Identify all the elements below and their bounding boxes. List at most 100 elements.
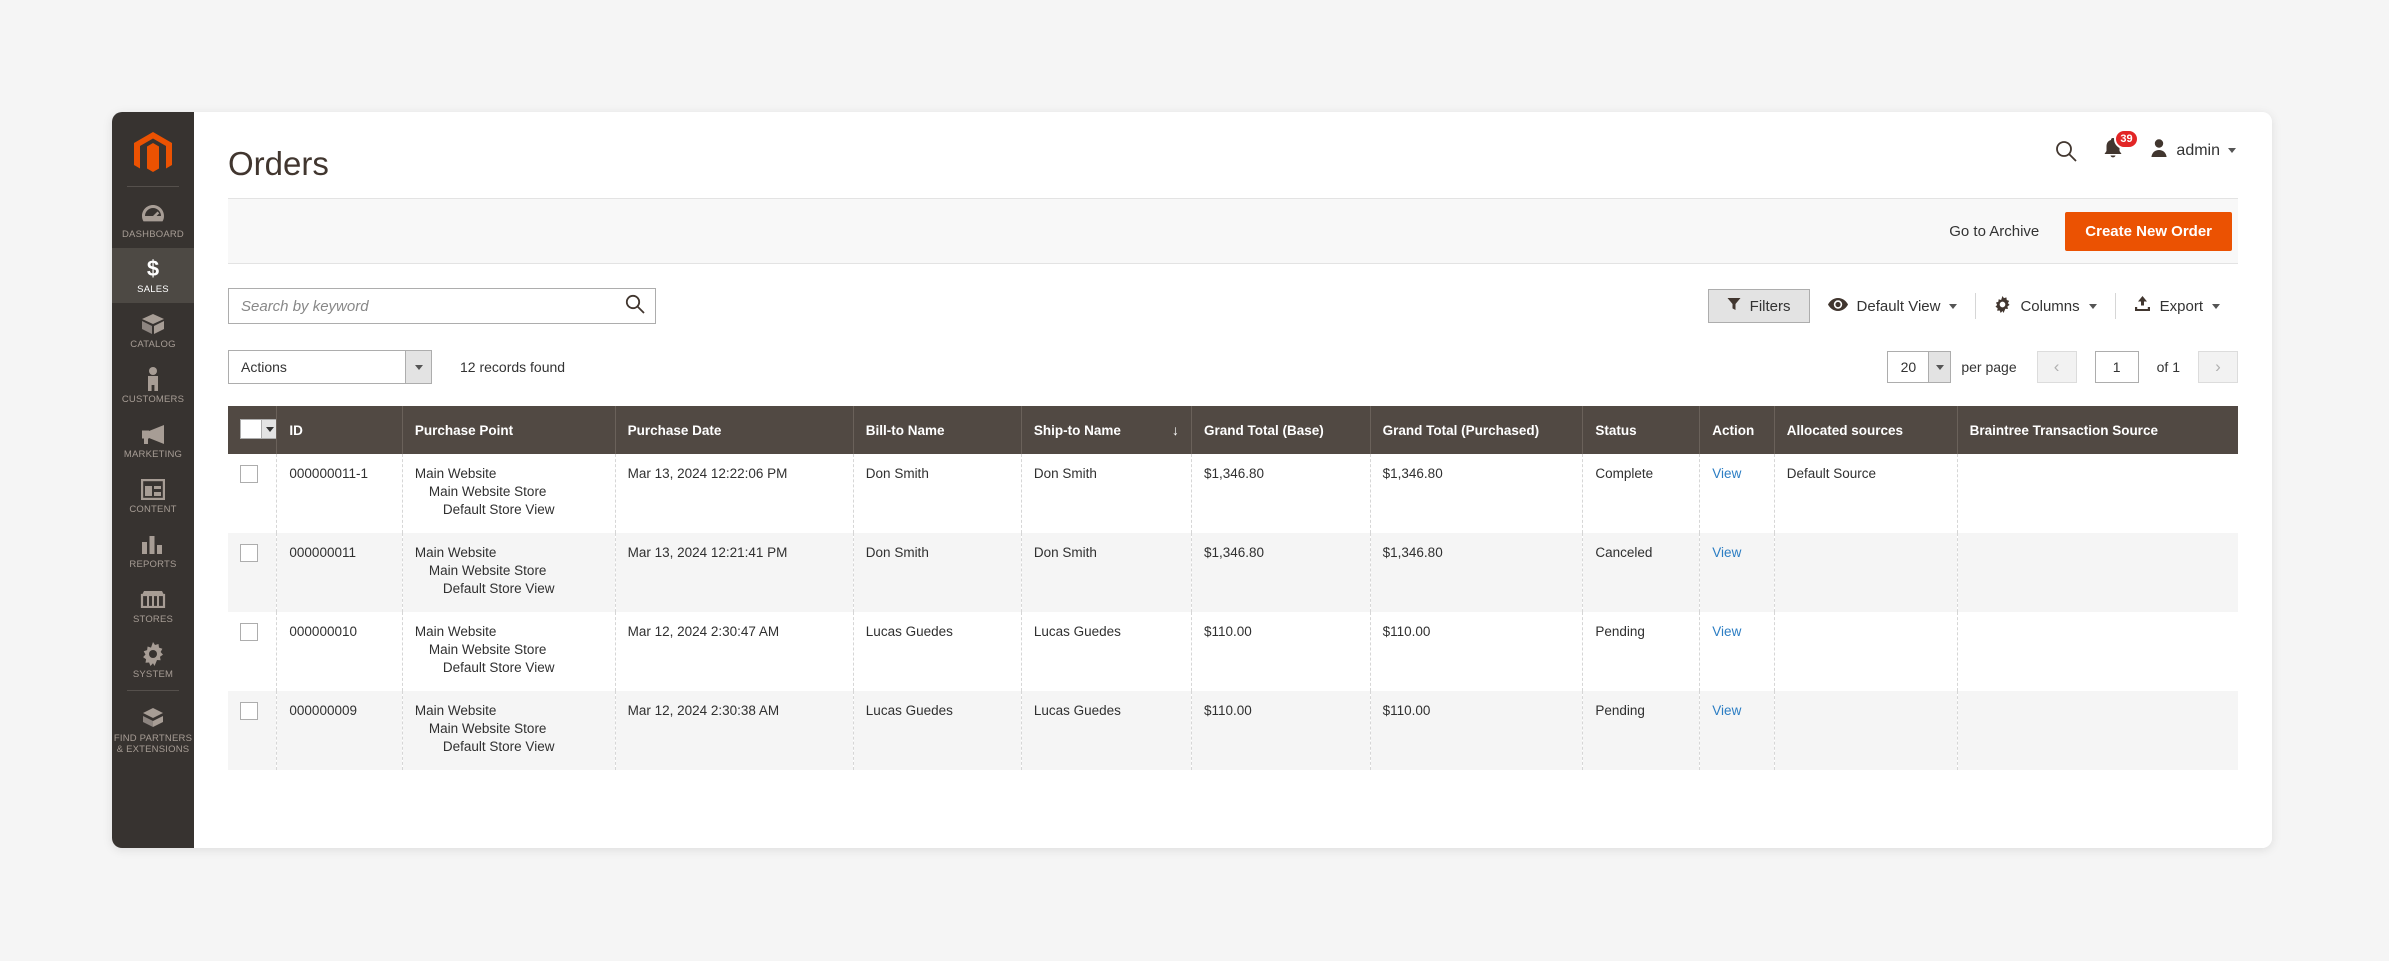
- cell-purchase-point: Main Website Main Website Store Default …: [402, 612, 615, 691]
- view-link[interactable]: View: [1712, 624, 1741, 639]
- eye-icon: [1828, 298, 1848, 315]
- purchase-point-store-view: Default Store View: [415, 501, 605, 519]
- create-new-order-button[interactable]: Create New Order: [2065, 212, 2232, 251]
- column-header-ship-to-name[interactable]: Ship-to Name ↓: [1021, 406, 1191, 454]
- row-checkbox[interactable]: [240, 544, 258, 562]
- upload-icon: [2134, 296, 2151, 316]
- sidebar-item-dashboard[interactable]: DASHBOARD: [112, 193, 194, 248]
- row-checkbox[interactable]: [240, 702, 258, 720]
- notifications-bell[interactable]: 39: [2103, 137, 2123, 164]
- sidebar-item-label: STORES: [133, 614, 173, 625]
- columns-selector[interactable]: Columns: [1976, 293, 2114, 319]
- sidebar-item-label-line1: FIND PARTNERS: [114, 733, 192, 744]
- column-header-bill-to-name[interactable]: Bill-to Name: [853, 406, 1021, 454]
- sidebar-item-reports[interactable]: REPORTS: [112, 523, 194, 578]
- current-page-input[interactable]: 1: [2095, 351, 2139, 383]
- select-all-header[interactable]: [228, 406, 277, 454]
- filters-button[interactable]: Filters: [1708, 289, 1810, 323]
- default-view-selector[interactable]: Default View: [1810, 293, 1976, 319]
- export-label: Export: [2160, 298, 2203, 315]
- chevron-down-icon[interactable]: [261, 420, 277, 438]
- column-header-purchase-date[interactable]: Purchase Date: [615, 406, 853, 454]
- next-page-button[interactable]: ›: [2198, 351, 2238, 383]
- sidebar-item-label: SYSTEM: [133, 669, 173, 680]
- column-header-id[interactable]: ID: [277, 406, 402, 454]
- row-select-cell[interactable]: [228, 691, 277, 770]
- cell-bill-to-name: Lucas Guedes: [853, 691, 1021, 770]
- select-all-checkbox[interactable]: [241, 420, 261, 438]
- column-header-action[interactable]: Action: [1700, 406, 1774, 454]
- go-to-archive-link[interactable]: Go to Archive: [1949, 223, 2039, 240]
- row-checkbox[interactable]: [240, 623, 258, 641]
- orders-grid-container: ID Purchase Point Purchase Date Bill-to …: [228, 406, 2238, 848]
- megaphone-icon: [140, 422, 166, 446]
- table-row[interactable]: 000000011 Main Website Main Website Stor…: [228, 533, 2238, 612]
- admin-user-name: admin: [2176, 142, 2220, 160]
- search-icon[interactable]: [625, 294, 645, 319]
- per-page-value: 20: [1888, 359, 1928, 375]
- sidebar-item-customers[interactable]: CUSTOMERS: [112, 358, 194, 413]
- sidebar-item-catalog[interactable]: CATALOG: [112, 303, 194, 358]
- chevron-left-icon: ‹: [2054, 357, 2060, 377]
- sidebar-item-marketing[interactable]: MARKETING: [112, 413, 194, 468]
- view-link[interactable]: View: [1712, 703, 1741, 718]
- column-header-status[interactable]: Status: [1583, 406, 1700, 454]
- cell-ship-to-name: Don Smith: [1021, 454, 1191, 533]
- chevron-down-icon: [2212, 304, 2220, 309]
- cell-purchase-date: Mar 12, 2024 2:30:38 AM: [615, 691, 853, 770]
- column-header-grand-total-base[interactable]: Grand Total (Base): [1191, 406, 1370, 454]
- arrow-down-icon: ↓: [1172, 422, 1179, 438]
- sidebar-item-system[interactable]: SYSTEM: [112, 633, 194, 688]
- chevron-down-icon[interactable]: [405, 351, 431, 383]
- row-select-cell[interactable]: [228, 533, 277, 612]
- view-link[interactable]: View: [1712, 545, 1741, 560]
- column-header-allocated-sources[interactable]: Allocated sources: [1774, 406, 1957, 454]
- admin-user-menu[interactable]: admin: [2149, 138, 2236, 163]
- chevron-down-icon: [2089, 304, 2097, 309]
- cell-status: Canceled: [1583, 533, 1700, 612]
- table-row[interactable]: 000000010 Main Website Main Website Stor…: [228, 612, 2238, 691]
- row-select-cell[interactable]: [228, 612, 277, 691]
- per-page-select[interactable]: 20: [1887, 351, 1951, 383]
- actions-select-value: Actions: [229, 359, 405, 375]
- notifications-count-badge: 39: [2114, 129, 2138, 149]
- cell-grand-total-base: $1,346.80: [1191, 533, 1370, 612]
- sidebar-item-content[interactable]: CONTENT: [112, 468, 194, 523]
- cell-ship-to-name: Don Smith: [1021, 533, 1191, 612]
- actions-select[interactable]: Actions: [228, 350, 432, 384]
- sidebar-item-label: MARKETING: [124, 449, 182, 460]
- purchase-point-store-view: Default Store View: [415, 659, 605, 677]
- grid-body: 000000011-1 Main Website Main Website St…: [228, 454, 2238, 770]
- purchase-point-store-view: Default Store View: [415, 580, 605, 598]
- purchase-point-store-view: Default Store View: [415, 738, 605, 756]
- cell-id: 000000010: [277, 612, 402, 691]
- sidebar-item-sales[interactable]: $ SALES: [112, 248, 194, 303]
- search-icon[interactable]: [2055, 140, 2077, 162]
- previous-page-button[interactable]: ‹: [2037, 351, 2077, 383]
- sidebar-item-find-partners-extensions[interactable]: FIND PARTNERS & EXTENSIONS: [112, 697, 194, 763]
- chevron-down-icon[interactable]: [1928, 352, 1950, 382]
- admin-sidebar: DASHBOARD $ SALES CATALOG CUSTOMERS MARK…: [112, 112, 194, 848]
- purchase-point-website: Main Website: [415, 623, 605, 641]
- view-link[interactable]: View: [1712, 466, 1741, 481]
- column-header-purchase-point[interactable]: Purchase Point: [402, 406, 615, 454]
- select-all-checkbox-dropdown[interactable]: [240, 419, 277, 439]
- export-selector[interactable]: Export: [2116, 293, 2238, 319]
- sidebar-item-stores[interactable]: STORES: [112, 578, 194, 633]
- row-select-cell[interactable]: [228, 454, 277, 533]
- chevron-down-icon: [1949, 304, 1957, 309]
- cell-purchase-point: Main Website Main Website Store Default …: [402, 691, 615, 770]
- table-row[interactable]: 000000011-1 Main Website Main Website St…: [228, 454, 2238, 533]
- magento-logo-icon[interactable]: [112, 122, 194, 184]
- search-input[interactable]: [241, 298, 625, 315]
- header-actions: 39 admin: [2055, 137, 2236, 164]
- chevron-right-icon: ›: [2215, 357, 2221, 377]
- column-header-grand-total-purchased[interactable]: Grand Total (Purchased): [1370, 406, 1583, 454]
- table-row[interactable]: 000000009 Main Website Main Website Stor…: [228, 691, 2238, 770]
- column-header-braintree-transaction-source[interactable]: Braintree Transaction Source: [1957, 406, 2238, 454]
- funnel-icon: [1727, 297, 1741, 315]
- grid-toolbar-controls: Filters Default View Columns: [1708, 289, 2238, 323]
- purchase-point-website: Main Website: [415, 465, 605, 483]
- search-by-keyword-box[interactable]: [228, 288, 656, 324]
- row-checkbox[interactable]: [240, 465, 258, 483]
